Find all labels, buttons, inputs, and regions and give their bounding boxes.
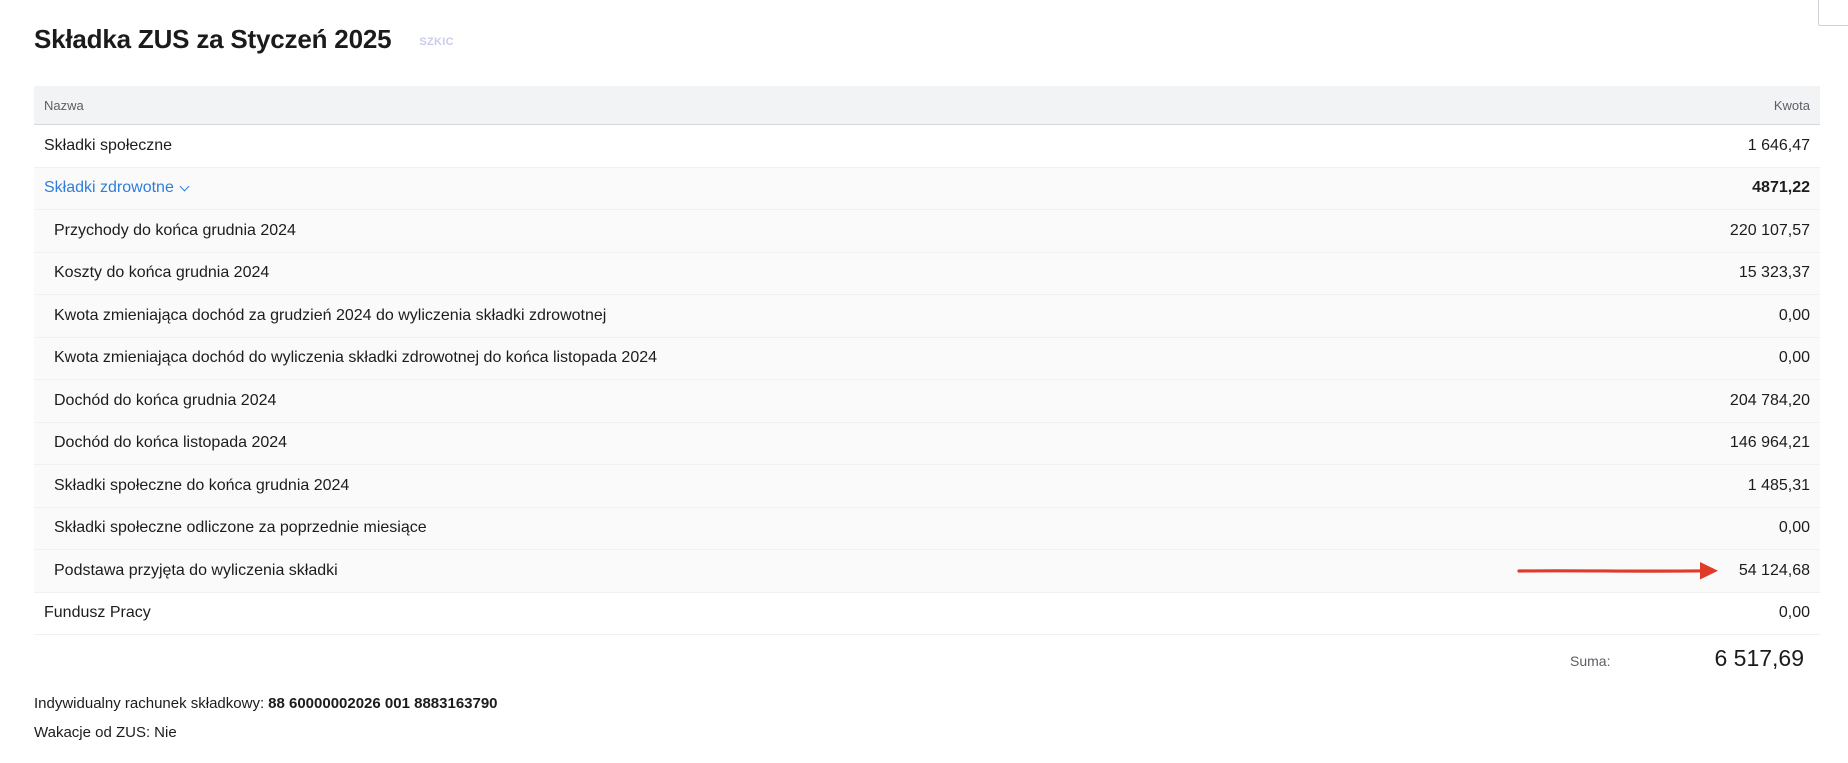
row-label: Fundusz Pracy — [44, 604, 151, 622]
row-label: Podstawa przyjęta do wyliczenia składki — [54, 561, 338, 579]
row-amount: 0,00 — [1778, 604, 1810, 622]
row-label: Koszty do końca grudnia 2024 — [54, 264, 270, 282]
row-profit-november: Dochód do końca listopada 2024 146 964,2… — [34, 422, 1820, 465]
page: Składka ZUS za Styczeń 2025 SZKIC Nazwa … — [0, 0, 1848, 763]
row-profit-december: Dochód do końca grudnia 2024 204 784,20 — [34, 380, 1820, 423]
column-header-name: Nazwa — [44, 97, 84, 113]
row-amount: 0,00 — [1778, 306, 1810, 324]
row-labour-fund: Fundusz Pracy 0,00 — [34, 593, 1820, 635]
row-amount: 0,00 — [1778, 349, 1810, 367]
row-income-adjustment-november: Kwota zmieniająca dochód do wyliczenia s… — [34, 337, 1820, 380]
account-number: 88 60000002026 001 8883163790 — [268, 695, 498, 712]
info-block: Indywidualny rachunek składkowy: 88 6000… — [34, 689, 1814, 747]
row-social-december: Składki społeczne do końca grudnia 2024 … — [34, 465, 1820, 508]
sum-label: Suma: — [1570, 653, 1611, 669]
chevron-down-icon[interactable] — [179, 181, 190, 192]
row-amount: 15 323,37 — [1738, 264, 1810, 282]
row-amount: 54 124,68 — [1738, 561, 1810, 579]
row-contribution-base: Podstawa przyjęta do wyliczenia składki … — [34, 550, 1820, 593]
corner-fold-decoration — [1818, 0, 1848, 26]
row-label: Składki społeczne do końca grudnia 2024 — [54, 476, 350, 494]
row-costs-december: Koszty do końca grudnia 2024 15 323,37 — [34, 252, 1820, 295]
status-badge: SZKIC — [419, 36, 454, 48]
row-label: Dochód do końca listopada 2024 — [54, 434, 288, 452]
holiday-label: Wakacje od ZUS: — [34, 724, 151, 741]
row-label: Składki społeczne odliczone za poprzedni… — [54, 519, 427, 537]
row-amount: 1 485,31 — [1747, 476, 1810, 494]
row-income-december: Przychody do końca grudnia 2024 220 107,… — [34, 210, 1820, 253]
row-amount: 4871,22 — [1752, 179, 1810, 197]
account-info: Indywidualny rachunek składkowy: 88 6000… — [34, 689, 1814, 718]
account-label: Indywidualny rachunek składkowy: — [34, 695, 265, 712]
row-amount: 1 646,47 — [1747, 136, 1810, 154]
health-contributions-toggle[interactable]: Składki zdrowotne — [44, 179, 190, 197]
title-row: Składka ZUS za Styczeń 2025 SZKIC — [34, 0, 1814, 80]
row-amount: 220 107,57 — [1729, 221, 1810, 239]
holiday-value: Nie — [154, 724, 177, 741]
row-amount: 204 784,20 — [1729, 391, 1810, 409]
row-label: Dochód do końca grudnia 2024 — [54, 391, 277, 409]
amount-cell: 54 124,68 — [1517, 560, 1810, 582]
row-label: Kwota zmieniająca dochód do wyliczenia s… — [54, 349, 658, 367]
row-health-contributions: Składki zdrowotne 4871,22 — [34, 167, 1820, 210]
sum-value: 6 517,69 — [1714, 644, 1804, 671]
row-amount: 0,00 — [1778, 519, 1810, 537]
red-arrow-annotation — [1517, 561, 1718, 580]
row-label: Kwota zmieniająca dochód za grudzień 202… — [54, 306, 607, 324]
holiday-info: Wakacje od ZUS: Nie — [34, 718, 1814, 747]
row-income-adjustment-december: Kwota zmieniająca dochód za grudzień 202… — [34, 295, 1820, 338]
row-label: Składki społeczne — [44, 136, 173, 154]
row-label[interactable]: Składki zdrowotne — [44, 179, 174, 197]
column-header-amount: Kwota — [1773, 97, 1810, 113]
table-header: Nazwa Kwota — [34, 86, 1820, 125]
row-social-contributions: Składki społeczne 1 646,47 — [34, 125, 1820, 168]
contributions-table: Nazwa Kwota Składki społeczne 1 646,47 S… — [34, 86, 1820, 635]
row-social-deducted: Składki społeczne odliczone za poprzedni… — [34, 507, 1820, 550]
row-label: Przychody do końca grudnia 2024 — [54, 221, 296, 239]
summary-row: Suma: 6 517,69 — [34, 635, 1814, 681]
page-title: Składka ZUS za Styczeń 2025 — [34, 24, 392, 54]
row-amount: 146 964,21 — [1729, 434, 1810, 452]
